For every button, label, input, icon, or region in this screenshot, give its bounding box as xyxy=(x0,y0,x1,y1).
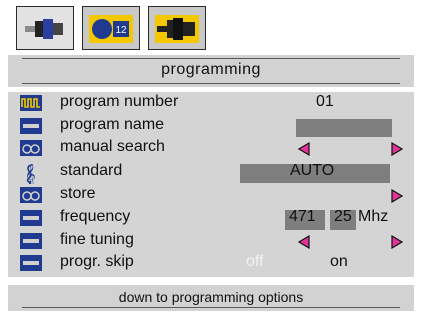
divider xyxy=(22,307,400,308)
row-program-number[interactable]: program number 01 xyxy=(8,93,414,115)
row-label: program name xyxy=(60,116,165,133)
row-program-name[interactable]: program name xyxy=(8,116,414,138)
row-label: standard xyxy=(60,162,123,179)
keyboard-icon xyxy=(20,210,42,226)
row-label: progr. skip xyxy=(60,253,134,270)
connector-icon xyxy=(155,15,199,43)
menu-tab-bar: 12 xyxy=(8,3,206,50)
channel-badge: 12 xyxy=(115,25,127,36)
row-store[interactable]: store xyxy=(8,185,414,207)
row-program-skip[interactable]: progr. skip off on xyxy=(8,253,414,275)
program-name-field[interactable] xyxy=(296,119,392,137)
arrow-left-icon[interactable] xyxy=(297,141,310,157)
frequency-main-value: 471 xyxy=(289,208,316,225)
row-label: store xyxy=(60,185,96,202)
row-label: fine tuning xyxy=(60,231,134,248)
search-eyes-icon xyxy=(20,187,42,203)
arrow-right-icon[interactable] xyxy=(391,234,404,250)
row-manual-search[interactable]: manual search xyxy=(8,138,414,160)
waveform-icon xyxy=(20,95,42,111)
arrow-right-icon[interactable] xyxy=(391,141,404,157)
row-label: frequency xyxy=(60,208,131,225)
row-label: program number xyxy=(60,93,179,110)
skip-off-option[interactable]: off xyxy=(246,253,264,271)
menu-title-bar: programming xyxy=(8,55,414,87)
scart-connector-icon xyxy=(23,15,67,43)
footer-hint: down to programming options xyxy=(118,289,304,305)
tv-channel-icon: 12 xyxy=(89,15,133,43)
arrow-left-icon[interactable] xyxy=(297,234,310,250)
tab-connections[interactable] xyxy=(148,6,206,50)
skip-on-option[interactable]: on xyxy=(330,253,348,271)
divider xyxy=(22,83,400,84)
tab-channels[interactable]: 12 xyxy=(82,6,140,50)
row-fine-tuning[interactable]: fine tuning xyxy=(8,231,414,253)
keyboard-icon xyxy=(20,118,42,134)
keyboard-icon xyxy=(20,255,42,271)
tab-inputs[interactable] xyxy=(16,6,74,50)
row-label: manual search xyxy=(60,138,165,155)
standard-value: AUTO xyxy=(290,162,335,179)
frequency-unit: Mhz xyxy=(358,208,389,225)
row-standard[interactable]: 𝄞 standard AUTO xyxy=(8,162,414,185)
clef-icon: 𝄞 xyxy=(20,164,42,185)
row-frequency[interactable]: frequency 471 25 Mhz xyxy=(8,208,414,230)
footer-hint-bar: down to programming options xyxy=(8,285,414,311)
keyboard-icon xyxy=(20,233,42,249)
page-title: programming xyxy=(161,61,261,78)
programming-panel: program number 01 program name manual se… xyxy=(8,92,414,277)
divider xyxy=(22,58,400,59)
frequency-sub-value: 25 xyxy=(334,208,352,225)
arrow-right-icon[interactable] xyxy=(391,188,404,204)
program-number-value[interactable]: 01 xyxy=(316,93,334,111)
search-eyes-icon xyxy=(20,140,42,156)
